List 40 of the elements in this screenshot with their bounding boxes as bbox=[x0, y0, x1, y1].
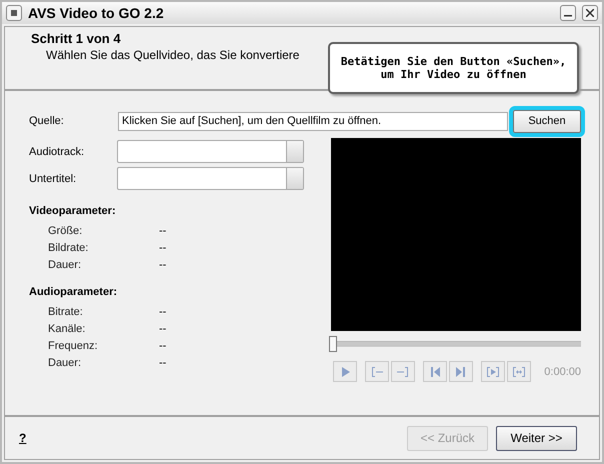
section-title: Videoparameter: bbox=[29, 205, 117, 219]
close-button[interactable] bbox=[582, 5, 598, 21]
parameter-label: Bildrate: bbox=[48, 242, 90, 254]
parameter-value: -- bbox=[159, 242, 166, 254]
square-icon bbox=[11, 10, 17, 16]
parameter-value: -- bbox=[159, 258, 166, 270]
parameter-label: Frequenz: bbox=[48, 340, 99, 352]
close-icon bbox=[586, 9, 594, 17]
parameter-label: Bitrate: bbox=[48, 306, 84, 318]
dropdown[interactable] bbox=[117, 167, 304, 190]
section-title: Audioparameter: bbox=[29, 286, 118, 300]
parameter-label: Dauer: bbox=[48, 258, 82, 270]
parameter-value: -- bbox=[159, 224, 166, 236]
field-label: Quelle: bbox=[29, 115, 65, 127]
fit-icon bbox=[512, 364, 526, 378]
field-label: Untertitel: bbox=[29, 172, 78, 184]
parameter-label: Größe: bbox=[48, 224, 84, 236]
field-label: Audiotrack: bbox=[29, 146, 86, 158]
parameter-value: -- bbox=[159, 322, 166, 334]
help-link[interactable]: ? bbox=[19, 431, 26, 445]
mark-in-icon bbox=[370, 364, 384, 378]
system-menu-button[interactable] bbox=[6, 5, 22, 21]
mark-out-icon bbox=[396, 364, 410, 378]
next-icon bbox=[454, 364, 468, 378]
parameter-value: -- bbox=[159, 306, 166, 318]
step-description: Wählen Sie das Quellvideo, das Sie konvertiere bbox=[46, 48, 300, 62]
step-title: Schritt 1 von 4 bbox=[31, 31, 122, 46]
dropdown[interactable] bbox=[117, 140, 304, 163]
minimize-button[interactable] bbox=[560, 5, 576, 21]
play-selection-icon bbox=[486, 364, 500, 378]
next-button[interactable]: Weiter >> bbox=[496, 426, 577, 450]
parameter-value: -- bbox=[159, 356, 166, 368]
source-field[interactable]: Klicken Sie auf [Suchen], um den Quellfilm zu öffnen. bbox=[118, 112, 508, 130]
tooltip: Betätigen Sie den Button «Suchen», um Ihr Video zu öffnen bbox=[328, 42, 579, 94]
parameter-label: Dauer: bbox=[48, 356, 82, 368]
parameter-value: -- bbox=[159, 340, 166, 352]
window-title: AVS Video to GO 2.2 bbox=[28, 5, 165, 21]
time-display: 0:00:00 bbox=[544, 366, 581, 378]
parameter-label: Kanäle: bbox=[48, 322, 86, 334]
previous-icon bbox=[428, 364, 442, 378]
